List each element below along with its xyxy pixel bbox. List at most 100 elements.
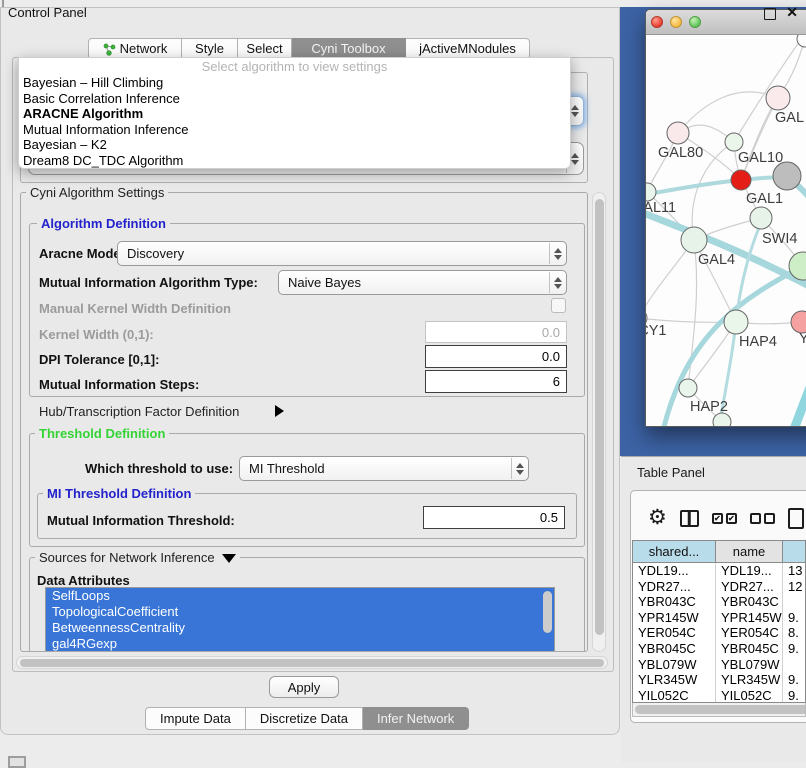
kernel-width-field[interactable]: 0.0 — [425, 321, 567, 343]
table-row[interactable]: YER054CYER054C8. — [633, 625, 805, 641]
tab-impute-data[interactable]: Impute Data — [145, 707, 246, 730]
scrollbar-thumb[interactable] — [20, 659, 604, 667]
minimize-traffic-light-icon[interactable] — [670, 16, 682, 28]
table-cell: YER054C — [633, 625, 716, 641]
network-canvas[interactable]: GALGAL80GAL10GAL1GAL11SWI4GAL4GCY1HAP4YH… — [646, 35, 806, 426]
network-node[interactable] — [766, 86, 790, 110]
attribute-list-item[interactable]: TopologicalCoefficient — [46, 604, 554, 620]
network-node-label: SWI4 — [762, 231, 797, 247]
dropdown-item[interactable]: Basic Correlation Inference — [19, 91, 570, 107]
table-row[interactable]: YBR043CYBR043C — [633, 594, 805, 610]
table-row[interactable]: YIL052CYIL052C9. — [633, 688, 805, 703]
network-node[interactable] — [681, 227, 707, 253]
document-icon[interactable] — [788, 508, 804, 529]
dropdown-item[interactable]: Dream8 DC_TDC Algorithm — [19, 153, 570, 169]
table-panel-title: Table Panel — [637, 465, 705, 480]
expander-arrow-right-icon[interactable] — [275, 405, 284, 417]
sources-title[interactable]: Sources for Network Inference — [35, 550, 240, 565]
network-node[interactable] — [667, 122, 689, 144]
network-node[interactable] — [731, 170, 751, 190]
tab-label: jActiveMNodules — [419, 39, 516, 59]
table-row[interactable]: YBL079WYBL079W — [633, 657, 805, 673]
column-layout-icon[interactable] — [680, 510, 699, 527]
node-table[interactable]: shared...name YDL19...YDL19...13YDR27...… — [632, 540, 806, 703]
close-traffic-light-icon[interactable] — [651, 16, 663, 28]
algorithm-definition-title: Algorithm Definition — [37, 216, 170, 231]
attribute-list-item[interactable]: BetweennessCentrality — [46, 620, 554, 636]
gear-icon[interactable]: ⚙ — [648, 508, 667, 528]
mi-type-combo[interactable]: Naive Bayes — [278, 270, 567, 295]
attribute-list-item[interactable]: gal4RGexp — [46, 636, 554, 652]
network-node[interactable] — [797, 35, 806, 47]
settings-vertical-scrollbar[interactable] — [592, 192, 606, 652]
table-horizontal-scrollbar[interactable] — [632, 703, 806, 717]
manual-kernel-checkbox[interactable] — [551, 298, 566, 313]
table-row[interactable]: YLR345WYLR345W9. — [633, 672, 805, 688]
network-node-label: Y — [799, 331, 806, 347]
network-node[interactable] — [724, 310, 748, 334]
table-cell: 8. — [783, 625, 805, 641]
scrollbar-thumb[interactable] — [595, 199, 604, 635]
attribute-list-item[interactable]: SelfLoops — [46, 588, 554, 604]
data-attributes-list[interactable]: SelfLoopsTopologicalCoefficientBetweenne… — [45, 587, 555, 652]
cyni-algorithm-settings-group: Algorithm Definition Aracne Mode: Discov… — [20, 192, 588, 652]
table-row[interactable]: YDL19...YDL19...13 — [633, 563, 805, 579]
mi-steps-label: Mutual Information Steps: — [39, 377, 199, 392]
column-header[interactable]: shared... — [633, 541, 716, 562]
table-cell: YLR345W — [716, 672, 783, 688]
tab-discretize-data[interactable]: Discretize Data — [246, 707, 363, 730]
float-window-icon[interactable] — [764, 8, 776, 20]
dropdown-item[interactable]: Bayesian – K2 — [19, 137, 570, 153]
zoom-traffic-light-icon[interactable] — [689, 16, 701, 28]
mi-type-label: Mutual Information Algorithm Type: — [39, 275, 258, 290]
dropdown-item[interactable]: Bayesian – Hill Climbing — [19, 75, 570, 91]
table-row[interactable]: YDR27...YDR27...12 — [633, 579, 805, 595]
algorithm-dropdown-popup: Select algorithm to view settings Bayesi… — [18, 57, 571, 169]
network-node[interactable] — [725, 133, 743, 151]
table-cell: YIL052C — [633, 688, 716, 703]
settings-horizontal-scrollbar[interactable] — [16, 656, 608, 669]
network-node[interactable] — [773, 162, 801, 190]
network-node[interactable] — [750, 207, 772, 229]
network-node[interactable] — [679, 379, 697, 397]
table-cell: YPR145W — [716, 610, 783, 626]
close-icon[interactable]: ✕ — [786, 4, 798, 21]
top-strip — [0, 0, 806, 7]
table-cell: YIL052C — [716, 688, 783, 703]
table-row[interactable]: YBR045CYBR045C9. — [633, 641, 805, 657]
network-window[interactable]: GALGAL80GAL10GAL1GAL11SWI4GAL4GCY1HAP4YH… — [645, 9, 806, 427]
network-node[interactable] — [791, 311, 806, 333]
sources-title-text: Sources for Network Inference — [39, 550, 215, 565]
mi-steps-field[interactable]: 6 — [425, 370, 567, 393]
which-threshold-value: MI Threshold — [249, 457, 325, 480]
column-header[interactable]: name — [716, 541, 783, 562]
network-edge-highlighted — [792, 361, 806, 426]
table-cell: YBR043C — [716, 594, 783, 610]
scrollbar-thumb[interactable] — [635, 705, 806, 714]
aracne-mode-combo[interactable]: Discovery — [117, 241, 567, 266]
collapsed-panel-icon[interactable] — [8, 756, 26, 768]
network-window-titlebar[interactable] — [646, 10, 806, 35]
table-row[interactable]: YPR145WYPR145W9. — [633, 610, 805, 626]
column-header[interactable] — [783, 541, 805, 562]
dpi-tolerance-field[interactable]: 0.0 — [425, 345, 567, 368]
dropdown-item-selected[interactable]: ARACNE Algorithm — [19, 106, 570, 122]
tab-infer-network[interactable]: Infer Network — [363, 707, 469, 730]
unchecked-pair-icon[interactable] — [750, 513, 775, 524]
control-panel-title: Control Panel — [8, 5, 87, 20]
list-scrollbar-thumb[interactable] — [543, 591, 552, 633]
checked-pair-icon[interactable]: ✔ ✔ — [712, 513, 737, 524]
mi-type-value: Naive Bayes — [288, 271, 361, 294]
collapse-triangle-down-icon[interactable] — [222, 554, 236, 563]
mi-threshold-field[interactable]: 0.5 — [423, 506, 565, 529]
dropdown-item[interactable]: Mutual Information Inference — [19, 122, 570, 138]
table-cell: 9. — [783, 610, 805, 626]
table-cell: 12 — [783, 579, 805, 595]
apply-button[interactable]: Apply — [269, 676, 339, 698]
tab-label: Cyni Toolbox — [311, 39, 385, 59]
which-threshold-combo[interactable]: MI Threshold — [239, 456, 529, 481]
table-header-row: shared...name — [633, 541, 805, 563]
network-graph[interactable]: GALGAL80GAL10GAL1GAL11SWI4GAL4GCY1HAP4YH… — [646, 35, 806, 426]
unchecked-box-icon — [764, 513, 775, 524]
hub-definition-expander[interactable]: Hub/Transcription Factor Definition — [39, 404, 239, 419]
